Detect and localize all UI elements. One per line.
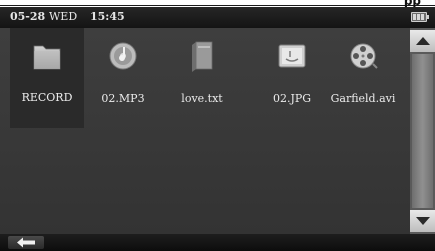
file-label: love.txt bbox=[181, 92, 223, 105]
video-file-icon bbox=[350, 43, 378, 69]
file-item-garfield-avi[interactable]: Garfield.avi bbox=[326, 28, 400, 128]
file-label: 02.MP3 bbox=[101, 92, 145, 105]
battery-icon bbox=[411, 12, 429, 22]
text-file-icon bbox=[192, 41, 213, 72]
vertical-scrollbar[interactable] bbox=[410, 28, 435, 234]
file-browser: RECORD 02.MP3 love.txt 02.JPG Garfield.a… bbox=[0, 28, 410, 234]
arrow-down-icon[interactable] bbox=[410, 210, 435, 232]
status-day: WED bbox=[49, 10, 78, 23]
scroll-track[interactable] bbox=[412, 54, 433, 208]
file-item-02-jpg[interactable]: 02.JPG bbox=[255, 28, 329, 128]
file-label: 02.JPG bbox=[272, 92, 312, 105]
folder-icon bbox=[33, 45, 61, 70]
status-bar: 05-28 WED 15:45 bbox=[0, 7, 435, 28]
file-label: Garfield.avi bbox=[330, 92, 396, 105]
back-arrow-icon bbox=[17, 237, 35, 248]
page-top-strip: pp bbox=[0, 0, 435, 8]
device-screen: 05-28 WED 15:45 RECORD 02.MP3 love.txt 0… bbox=[0, 7, 435, 251]
status-time: 15:45 bbox=[90, 10, 125, 23]
image-file-icon bbox=[278, 44, 306, 68]
back-button[interactable] bbox=[8, 236, 44, 249]
file-item-love-txt[interactable]: love.txt bbox=[165, 28, 239, 128]
music-file-icon bbox=[109, 42, 137, 70]
status-date: 05-28 bbox=[10, 10, 46, 23]
arrow-up-icon[interactable] bbox=[410, 30, 435, 52]
file-label: RECORD bbox=[21, 91, 73, 104]
file-item-record[interactable]: RECORD bbox=[10, 28, 84, 128]
top-rule bbox=[0, 5, 435, 6]
bottom-bar bbox=[0, 234, 435, 251]
file-item-02-mp3[interactable]: 02.MP3 bbox=[86, 28, 160, 128]
